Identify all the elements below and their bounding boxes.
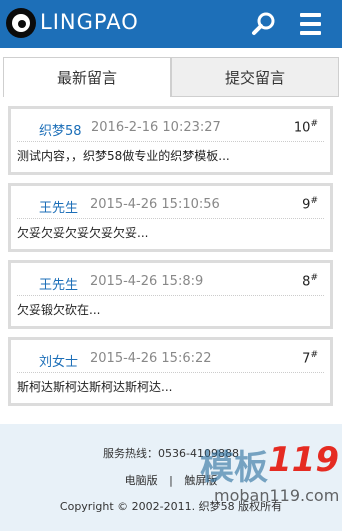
message-tabs: 最新留言 提交留言 bbox=[3, 57, 339, 97]
watermark-brand-text: 模板 bbox=[200, 448, 268, 488]
logo-icon bbox=[6, 8, 36, 38]
tab-submit-message[interactable]: 提交留言 bbox=[171, 57, 339, 97]
floor-value: 10 bbox=[293, 120, 311, 136]
message-card[interactable]: 刘女士 2015-4-26 15:6:22 7# 斯柯达斯柯达斯柯达斯柯达... bbox=[8, 337, 333, 406]
top-bar: LINGPAO bbox=[0, 0, 342, 48]
desktop-version-link[interactable]: 电脑版 bbox=[125, 472, 158, 488]
message-content: 欠妥锻欠砍在... bbox=[17, 303, 101, 317]
post-date: 2015-4-26 15:6:22 bbox=[90, 351, 212, 366]
post-date: 2015-4-26 15:10:56 bbox=[90, 197, 220, 212]
message-content: 欠妥欠妥欠妥欠妥欠妥... bbox=[17, 226, 149, 240]
logo-text[interactable]: LINGPAO bbox=[40, 10, 139, 34]
hamburger-menu-icon bbox=[300, 13, 321, 17]
message-card[interactable]: 王先生 2015-4-26 15:8:9 8# 欠妥锻欠砍在... bbox=[8, 260, 333, 329]
menu-button[interactable] bbox=[298, 10, 324, 38]
watermark-brand-number: 119 bbox=[268, 440, 339, 480]
message-header: 刘女士 2015-4-26 15:6:22 7# bbox=[17, 346, 324, 373]
floor-number: 10# bbox=[294, 119, 318, 135]
author-name: 织梦58 bbox=[39, 124, 82, 139]
hamburger-line bbox=[300, 22, 321, 26]
post-date: 2016-2-16 10:23:27 bbox=[91, 120, 221, 135]
search-icon bbox=[252, 12, 275, 35]
floor-number: 8# bbox=[302, 273, 318, 289]
hamburger-line bbox=[300, 31, 321, 35]
watermark-url: moban119.com bbox=[214, 486, 340, 505]
watermark-logo: 模板 119 moban119.com bbox=[196, 440, 340, 514]
message-header: 织梦58 2016-2-16 10:23:27 10# bbox=[17, 115, 324, 142]
floor-mark: # bbox=[310, 273, 318, 283]
message-card[interactable]: 织梦58 2016-2-16 10:23:27 10# 测试内容，，织梦58做专… bbox=[8, 106, 333, 175]
message-content: 测试内容，，织梦58做专业的织梦模板... bbox=[17, 149, 230, 163]
footer-separator: | bbox=[169, 474, 173, 487]
floor-mark: # bbox=[310, 119, 318, 129]
message-header: 王先生 2015-4-26 15:10:56 9# bbox=[17, 192, 324, 219]
author-name: 王先生 bbox=[39, 201, 79, 216]
message-content: 斯柯达斯柯达斯柯达斯柯达... bbox=[17, 380, 173, 394]
tab-latest-messages[interactable]: 最新留言 bbox=[3, 57, 171, 97]
author-name: 刘女士 bbox=[39, 355, 79, 370]
post-date: 2015-4-26 15:8:9 bbox=[90, 274, 204, 289]
floor-mark: # bbox=[310, 196, 318, 206]
floor-number: 7# bbox=[302, 350, 318, 366]
floor-number: 9# bbox=[302, 196, 318, 212]
search-button[interactable] bbox=[251, 11, 277, 37]
floor-mark: # bbox=[310, 350, 318, 360]
author-name: 王先生 bbox=[39, 278, 79, 293]
message-card[interactable]: 王先生 2015-4-26 15:10:56 9# 欠妥欠妥欠妥欠妥欠妥... bbox=[8, 183, 333, 252]
message-header: 王先生 2015-4-26 15:8:9 8# bbox=[17, 269, 324, 296]
